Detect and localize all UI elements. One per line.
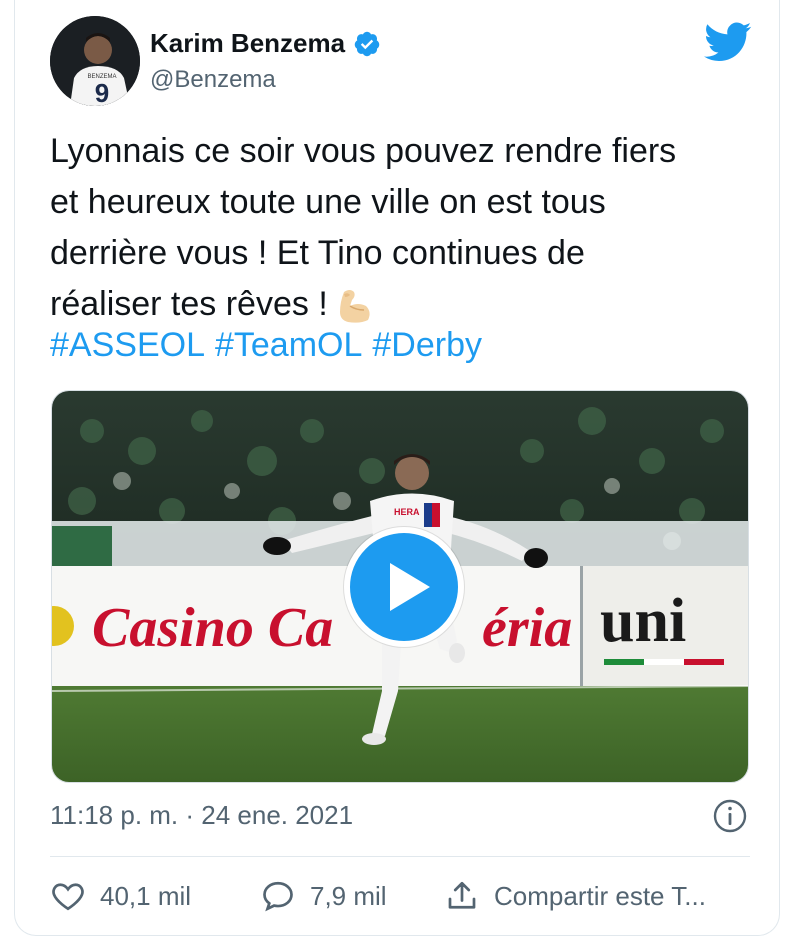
svg-text:BENZEMA: BENZEMA <box>87 74 116 80</box>
twitter-bird-icon[interactable] <box>704 22 752 62</box>
tweet-timestamp[interactable]: 11:18 p. m. · 24 ene. 2021 <box>50 800 353 831</box>
tweet-text-line: Lyonnais ce soir vous pouvez rendre fier… <box>50 132 677 170</box>
avatar-image: 9 BENZEMA <box>50 16 140 106</box>
tweet-text: Lyonnais ce soir vous pouvez rendre fier… <box>50 126 750 330</box>
banner-cafeteria-text: éria <box>482 597 572 659</box>
banner-casino-text: Casino Ca <box>92 597 333 659</box>
like-button[interactable]: 40,1 mil <box>50 874 191 918</box>
avatar[interactable]: 9 BENZEMA <box>50 16 140 106</box>
reply-bubble-icon <box>263 881 293 912</box>
hashtags: #ASSEOL #TeamOL #Derby <box>50 320 492 371</box>
verified-badge-icon <box>354 31 380 56</box>
author-name[interactable]: Karim Benzema <box>150 28 345 59</box>
svg-text:9: 9 <box>95 78 109 106</box>
divider <box>50 856 750 857</box>
reply-count: 7,9 mil <box>310 880 387 911</box>
author-name-row[interactable]: Karim Benzema <box>150 28 381 59</box>
play-button[interactable] <box>344 527 464 647</box>
tweet-text-line: derrière vous ! Et Tino continues de <box>50 234 585 272</box>
share-label: Compartir este T... <box>494 880 706 911</box>
action-bar: 40,1 mil 7,9 mil Compartir este T... <box>50 874 750 918</box>
heart-icon <box>52 883 84 911</box>
shirt-sponsor-text: HERA <box>394 507 420 517</box>
like-count: 40,1 mil <box>100 880 192 911</box>
play-icon <box>390 563 430 611</box>
tweet-text-line-content: réaliser tes rêves ! <box>50 285 328 323</box>
hashtag-link[interactable]: #Derby <box>372 326 482 364</box>
hashtag-link[interactable]: #ASSEOL <box>50 326 205 364</box>
banner-uni-text: uni <box>600 587 686 655</box>
share-button[interactable]: Compartir este T... <box>444 874 706 918</box>
share-upload-icon <box>448 881 476 909</box>
hashtag-link[interactable]: #TeamOL <box>215 326 362 364</box>
reply-button[interactable]: 7,9 mil <box>260 874 387 918</box>
author-handle[interactable]: @Benzema <box>150 66 276 94</box>
tweet-text-line: et heureux toute une ville on est tous <box>50 183 606 221</box>
info-icon[interactable] <box>712 798 748 834</box>
